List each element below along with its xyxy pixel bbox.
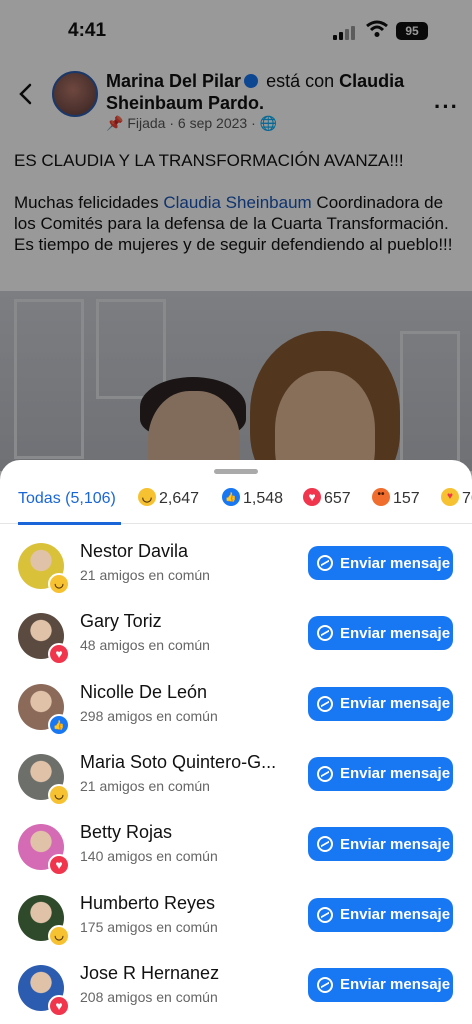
haha-icon — [138, 488, 156, 506]
reaction-badge-icon — [48, 924, 70, 947]
like-icon — [222, 488, 240, 506]
list-item[interactable]: Betty Rojas 140 amigos en común Enviar men… — [0, 814, 472, 884]
reactions-sheet: Todas (5,106) 2,647 1,548 657 157 76 Nes… — [0, 460, 472, 1024]
send-message-button[interactable]: Enviar mensaje — [308, 616, 453, 651]
tab-like-count: 1,548 — [243, 490, 284, 507]
messenger-icon — [317, 695, 333, 712]
send-message-button[interactable]: Enviar mensaje — [308, 686, 453, 721]
messenger-icon — [317, 976, 333, 993]
tab-all[interactable]: Todas (5,106) — [18, 484, 121, 525]
send-message-label: Enviar mensaje — [340, 906, 451, 923]
person-name[interactable]: Humberto Reyes — [80, 893, 295, 914]
send-message-button[interactable]: Enviar mensaje — [308, 546, 453, 580]
mutual-friends: 48 amigos en común — [80, 637, 210, 654]
reaction-badge-icon — [48, 854, 70, 877]
messenger-icon — [317, 555, 333, 571]
messenger-icon — [317, 765, 333, 782]
sheet-handle[interactable] — [214, 469, 258, 474]
send-message-label: Enviar mensaje — [340, 976, 451, 994]
reaction-tabs: Todas (5,106) 2,647 1,548 657 157 76 — [0, 484, 472, 525]
send-message-label: Enviar mensaje — [340, 765, 451, 783]
person-name[interactable]: Nicolle De León — [80, 682, 295, 703]
messenger-icon — [317, 836, 333, 853]
send-message-label: Enviar mensaje — [340, 624, 451, 642]
mutual-friends: 140 amigos en común — [80, 848, 218, 865]
tab-haha-count: 2,647 — [159, 490, 200, 507]
person-name[interactable]: Maria Soto Quintero-G... — [80, 752, 295, 773]
list-item[interactable]: Nestor Davila 21 amigos en común Enviar me… — [0, 533, 472, 603]
person-name[interactable]: Jose R Hernanez — [80, 963, 295, 984]
tab-all-label: Todas (5,106) — [18, 490, 116, 507]
care-icon — [441, 488, 459, 506]
tab-care[interactable]: 76 — [441, 484, 472, 524]
reaction-badge-icon — [48, 713, 70, 736]
reaction-badge-icon — [48, 643, 70, 666]
send-message-button[interactable]: Enviar mensaje — [308, 756, 453, 791]
tab-love[interactable]: 657 — [303, 484, 351, 524]
mutual-friends: 21 amigos en común — [80, 567, 210, 583]
mutual-friends: 208 amigos en común — [80, 988, 218, 1005]
send-message-label: Enviar mensaje — [340, 695, 451, 713]
send-message-button[interactable]: Enviar mensaje — [308, 827, 453, 862]
tab-love-count: 657 — [324, 490, 351, 507]
tab-haha[interactable]: 2,647 — [138, 484, 199, 524]
messenger-icon — [317, 625, 333, 642]
mutual-friends: 175 amigos en común — [80, 918, 218, 935]
reaction-badge-icon — [48, 783, 70, 806]
list-item[interactable]: Maria Soto Quintero-G... 21 amigos en com… — [0, 744, 472, 814]
list-item[interactable]: Nicolle De León 298 amigos en común Enviar… — [0, 674, 472, 744]
send-message-label: Enviar mensaje — [340, 554, 451, 572]
reaction-badge-icon — [48, 994, 70, 1017]
love-icon — [303, 488, 321, 506]
tab-angry-count: 157 — [393, 490, 420, 507]
tab-like[interactable]: 1,548 — [222, 484, 283, 524]
person-name[interactable]: Nestor Davila — [80, 541, 295, 562]
list-item[interactable]: Gary Toriz 48 amigos en común Enviar mensa… — [0, 603, 472, 673]
reaction-badge-icon — [48, 573, 70, 595]
tab-angry[interactable]: 157 — [372, 484, 420, 524]
person-name[interactable]: Betty Rojas — [80, 822, 295, 843]
tab-care-count: 76 — [462, 490, 472, 507]
person-name[interactable]: Gary Toriz — [80, 611, 295, 632]
list-item[interactable]: Jose R Hernanez 208 amigos en común Enviar… — [0, 955, 472, 1024]
list-item[interactable]: Humberto Reyes 175 amigos en común Enviar … — [0, 885, 472, 955]
mutual-friends: 21 amigos en común — [80, 777, 210, 794]
messenger-icon — [317, 906, 333, 923]
send-message-button[interactable]: Enviar mensaje — [308, 897, 453, 932]
mutual-friends: 298 amigos en común — [80, 707, 218, 724]
angry-icon — [372, 488, 390, 506]
send-message-label: Enviar mensaje — [340, 835, 451, 853]
send-message-button[interactable]: Enviar mensaje — [308, 967, 453, 1002]
